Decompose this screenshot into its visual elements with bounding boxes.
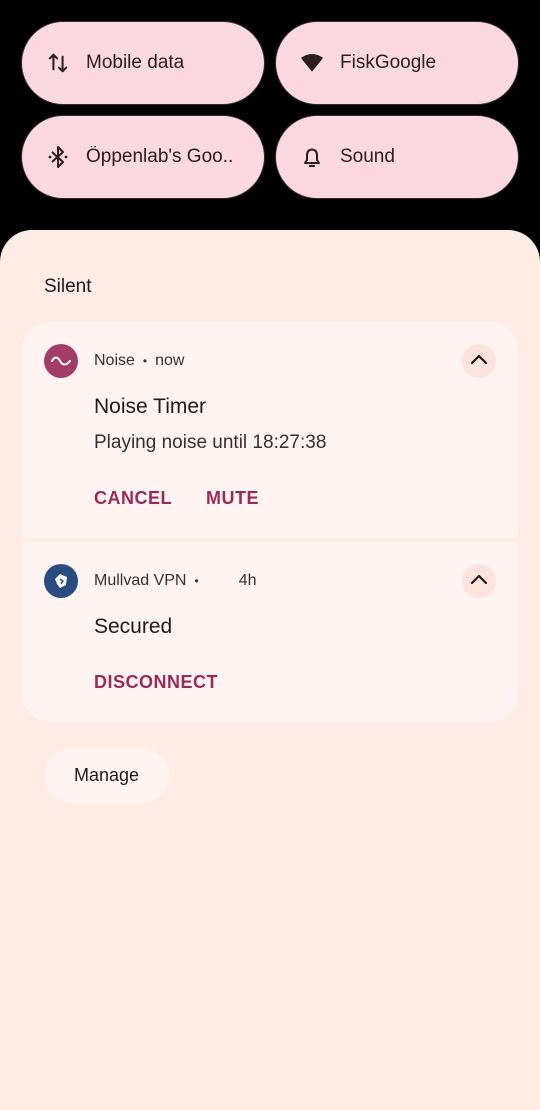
tile-mobile-data[interactable]: Mobile data (21, 21, 265, 105)
wifi-icon (300, 51, 324, 75)
app-name: Mullvad VPN (94, 572, 187, 589)
tile-bluetooth[interactable]: Öppenlab's Goo.. (21, 115, 265, 199)
mullvad-app-icon (44, 564, 78, 598)
tile-sound[interactable]: Sound (275, 115, 519, 199)
collapse-button[interactable] (462, 344, 496, 378)
tile-label: FiskGoogle (340, 52, 437, 73)
notification-title: Noise Timer (94, 395, 207, 418)
collapse-button[interactable] (462, 564, 496, 598)
tile-label: Mobile data (86, 52, 185, 73)
notification-mullvad[interactable]: Mullvad VPN • 4h Secured DISCONNECT (22, 542, 518, 722)
app-name: Noise (94, 352, 135, 369)
manage-button[interactable]: Manage (44, 748, 169, 803)
notification-header: Mullvad VPN • 4h (94, 572, 256, 590)
bell-icon (300, 145, 324, 169)
disconnect-button[interactable]: DISCONNECT (94, 672, 218, 693)
noise-app-icon (44, 344, 78, 378)
notification-noise[interactable]: Noise • now Noise Timer Playing noise un… (22, 322, 518, 538)
notification-text: Playing noise until 18:27:38 (94, 432, 327, 453)
notification-title: Secured (94, 615, 173, 638)
quick-settings-panel: Mobile data FiskGoogle Öppenlab's Goo.. … (0, 0, 540, 230)
section-title-silent: Silent (44, 276, 92, 297)
notification-time: 4h (238, 572, 257, 589)
mobile-data-icon (46, 51, 70, 75)
notification-time: now (155, 352, 185, 369)
notification-shade: Silent Noise • now Noise Timer Playing n… (0, 230, 540, 1110)
cancel-button[interactable]: CANCEL (94, 488, 172, 509)
separator: • (194, 574, 199, 588)
bluetooth-icon (46, 145, 70, 169)
mute-button[interactable]: MUTE (206, 488, 259, 509)
tile-label: Sound (340, 146, 395, 167)
chevron-up-icon (470, 352, 488, 370)
chevron-up-icon (470, 572, 488, 590)
tile-wifi[interactable]: FiskGoogle (275, 21, 519, 105)
separator: • (142, 354, 148, 368)
tile-label: Öppenlab's Goo.. (86, 146, 234, 167)
notification-header: Noise • now (94, 352, 184, 370)
